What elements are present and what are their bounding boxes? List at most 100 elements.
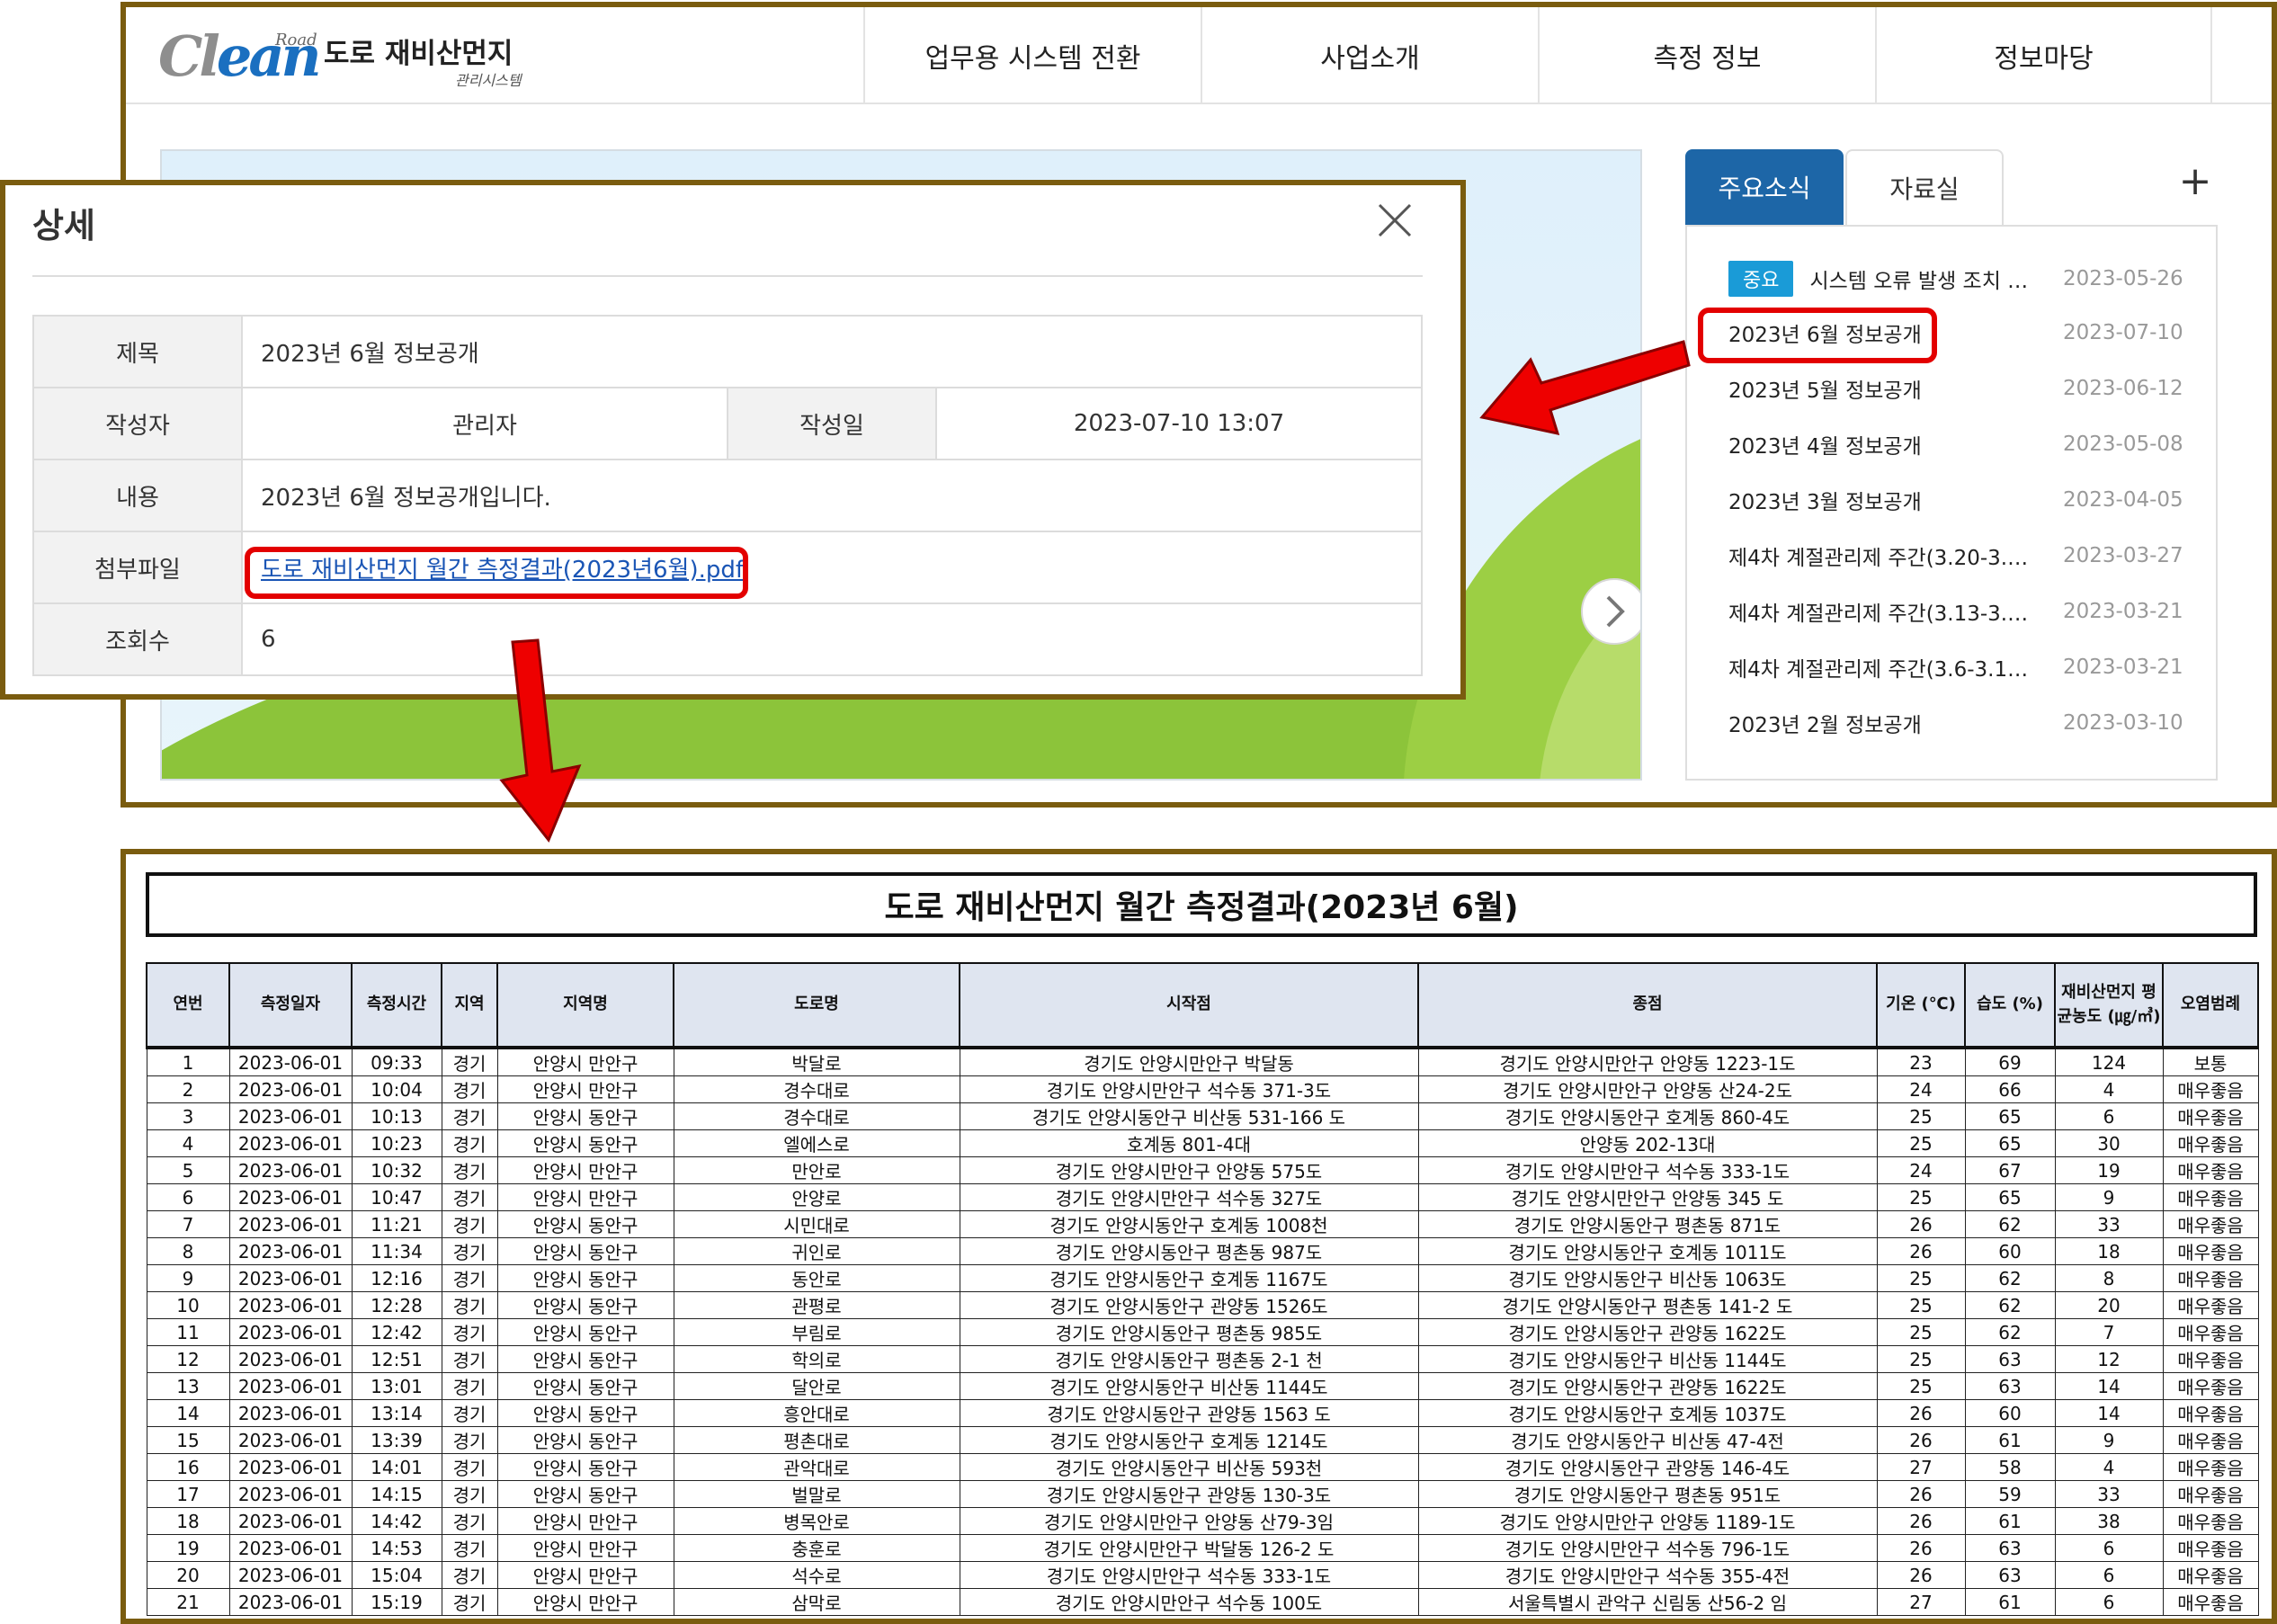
table-cell: 1 [146, 1047, 230, 1076]
table-row: 16 2023-06-01 14:01 경기 안양시 동안구 관악대로 경기도 안양시동안구… [146, 1453, 2259, 1481]
table-cell: 124 [2054, 1047, 2164, 1076]
table-cell: 62 [1964, 1210, 2056, 1238]
table-cell: 12:16 [351, 1264, 442, 1292]
label-content: 내용 [32, 459, 243, 532]
table-row: 3 2023-06-01 10:13 경기 안양시 동안구 경수대로 경기도 안양시동안구 … [146, 1102, 2259, 1130]
notice-item[interactable]: 2023년 4월 정보공개 2023-05-08 [1728, 426, 2196, 462]
notice-box: 주요소식 자료실 + 중요 시스템 오류 발생 조치 … 2023-05-26 … [1685, 149, 2218, 781]
table-cell: 59 [1964, 1480, 2056, 1508]
notice-item[interactable]: 제4차 계절관리제 주간(3.20-3.2… 2023-03-27 [1728, 538, 2196, 574]
table-cell: 69 [1964, 1047, 2056, 1076]
table-cell: 13:01 [351, 1372, 442, 1400]
table-cell: 안양시 만안구 [496, 1534, 674, 1562]
table-cell: 62 [1964, 1264, 2056, 1292]
table-cell: 6 [146, 1183, 230, 1211]
table-cell: 2023-06-01 [228, 1156, 353, 1184]
table-cell: 경기도 안양시동안구 평촌동 2-1 천 [959, 1345, 1419, 1373]
notice-item[interactable]: 제4차 계절관리제 주간(3.13-3.1… 2023-03-21 [1728, 593, 2196, 629]
nav-menu-system-switch[interactable]: 업무용 시스템 전환 [863, 7, 1201, 104]
table-row: 9 2023-06-01 12:16 경기 안양시 동안구 동안로 경기도 안양시동안구 호… [146, 1264, 2259, 1292]
nav-menu-info[interactable]: 정보마당 [1875, 7, 2212, 104]
banner-next-button[interactable] [1581, 578, 1640, 645]
close-button[interactable] [1372, 198, 1417, 243]
table-cell: 63 [1964, 1561, 2056, 1589]
table-cell: 2 [146, 1075, 230, 1103]
table-cell: 25 [1876, 1318, 1966, 1346]
site-title: 도로 재비산먼지 [324, 38, 513, 70]
site-logo[interactable]: Clean Road 도로 재비산먼지 관리시스템 [158, 22, 522, 90]
table-cell: 2023-06-01 [228, 1237, 353, 1265]
table-cell: 안양시 동안구 [496, 1372, 674, 1400]
detail-modal: 상세 제목 2023년 6월 정보공개 작성자 관리자 작성일 2023-07-… [0, 180, 1466, 700]
notice-date: 2023-05-26 [2063, 267, 2183, 290]
table-cell: 경기도 안양시만안구 석수동 333-1도 [959, 1561, 1419, 1589]
table-cell: 14 [2054, 1399, 2164, 1427]
table-row: 10 2023-06-01 12:28 경기 안양시 동안구 관평로 경기도 안양시동안구 … [146, 1291, 2259, 1319]
table-cell: 12:42 [351, 1318, 442, 1346]
table-cell: 서울특별시 관악구 신림동 산56-2 임 [1417, 1588, 1878, 1616]
table-cell: 안양시 동안구 [496, 1345, 674, 1373]
table-cell: 경기도 안양시동안구 비산동 531-166 도 [959, 1102, 1419, 1130]
table-row: 20 2023-06-01 15:04 경기 안양시 만안구 석수로 경기도 안양시만안구 … [146, 1561, 2259, 1589]
table-cell: 경기도 안양시동안구 평촌동 871도 [1417, 1210, 1878, 1238]
table-cell: 2023-06-01 [228, 1426, 353, 1454]
table-cell: 9 [2054, 1426, 2164, 1454]
nav-menu-business[interactable]: 사업소개 [1201, 7, 1538, 104]
table-cell: 21 [146, 1588, 230, 1616]
table-cell: 매우좋음 [2162, 1237, 2259, 1265]
table-cell: 경기도 안양시동안구 호계동 1011도 [1417, 1237, 1878, 1265]
table-cell: 19 [146, 1534, 230, 1562]
table-cell: 경기도 안양시만안구 석수동 327도 [959, 1183, 1419, 1211]
nav-menu-measurement[interactable]: 측정 정보 [1538, 7, 1875, 104]
table-cell: 매우좋음 [2162, 1372, 2259, 1400]
tab-news[interactable]: 주요소식 [1685, 149, 1844, 225]
more-plus-icon[interactable]: + [2173, 158, 2218, 204]
table-cell: 4 [2054, 1453, 2164, 1481]
table-cell: 6 [2054, 1534, 2164, 1562]
table-cell: 20 [2054, 1291, 2164, 1319]
table-cell: 안양동 202-13대 [1417, 1129, 1878, 1157]
table-cell: 경기도 안양시동안구 비산동 593천 [959, 1453, 1419, 1481]
table-cell: 경기도 안양시동안구 관양동 130-3도 [959, 1480, 1419, 1508]
column-header: 측정일자 [228, 962, 353, 1049]
notice-item[interactable]: 2023년 3월 정보공개 2023-04-05 [1728, 482, 2196, 518]
document-preview-frame: 도로 재비산먼지 월간 측정결과(2023년 6월) 연번 측정일자 측정시간 … [121, 849, 2277, 1624]
table-cell: 경기도 안양시동안구 평촌동 987도 [959, 1237, 1419, 1265]
table-cell: 경기 [441, 1507, 498, 1535]
notice-item[interactable]: 2023년 2월 정보공개 2023-03-10 [1728, 705, 2196, 741]
table-cell: 경기도 안양시동안구 호계동 1214도 [959, 1426, 1419, 1454]
table-cell: 경기 [441, 1291, 498, 1319]
table-cell: 경기도 안양시동안구 관양동 1622도 [1417, 1318, 1878, 1346]
table-cell: 15:19 [351, 1588, 442, 1616]
notice-title: 제4차 계절관리제 주간(3.6-3.10)… [1728, 658, 2034, 682]
table-cell: 66 [1964, 1075, 2056, 1103]
table-cell: 학의로 [673, 1345, 960, 1373]
table-cell: 경기도 안양시동안구 비산동 1144도 [1417, 1345, 1878, 1373]
table-cell: 65 [1964, 1129, 2056, 1157]
table-row: 8 2023-06-01 11:34 경기 안양시 동안구 귀인로 경기도 안양시동안구 평… [146, 1237, 2259, 1265]
table-cell: 2023-06-01 [228, 1399, 353, 1427]
table-cell: 2023-06-01 [228, 1534, 353, 1562]
divider [32, 275, 1423, 277]
table-row: 5 2023-06-01 10:32 경기 안양시 만안구 만안로 경기도 안양시만안구 안… [146, 1156, 2259, 1184]
table-row: 13 2023-06-01 13:01 경기 안양시 동안구 달안로 경기도 안양시동안구 … [146, 1372, 2259, 1400]
table-cell: 관악대로 [673, 1453, 960, 1481]
table-cell: 18 [2054, 1237, 2164, 1265]
logo-road-text: Road [275, 31, 317, 49]
site-header: Clean Road 도로 재비산먼지 관리시스템 업무용 시스템 전환 사업소… [126, 7, 2272, 104]
notice-item[interactable]: 중요 시스템 오류 발생 조치 … 2023-05-26 [1728, 261, 2196, 297]
result-table: 연번 측정일자 측정시간 지역 지역명 도로명 시작점 종점 기온 (℃) 습도… [146, 962, 2259, 1616]
important-badge: 중요 [1728, 261, 1794, 297]
table-cell: 경기 [441, 1534, 498, 1562]
notice-date: 2023-05-08 [2063, 433, 2183, 456]
notice-title: 2023년 2월 정보공개 [1728, 714, 1922, 737]
table-cell: 경기 [441, 1561, 498, 1589]
notice-item[interactable]: 제4차 계절관리제 주간(3.6-3.10)… 2023-03-21 [1728, 649, 2196, 685]
table-cell: 30 [2054, 1129, 2164, 1157]
label-subject: 제목 [32, 315, 243, 388]
table-cell: 경수대로 [673, 1102, 960, 1130]
notice-title: 제4차 계절관리제 주간(3.20-3.2… [1728, 547, 2034, 570]
tab-archive[interactable]: 자료실 [1845, 149, 2004, 225]
table-cell: 경기도 안양시동안구 관양동 1622도 [1417, 1372, 1878, 1400]
notice-item[interactable]: 2023년 5월 정보공개 2023-06-12 [1728, 370, 2196, 406]
